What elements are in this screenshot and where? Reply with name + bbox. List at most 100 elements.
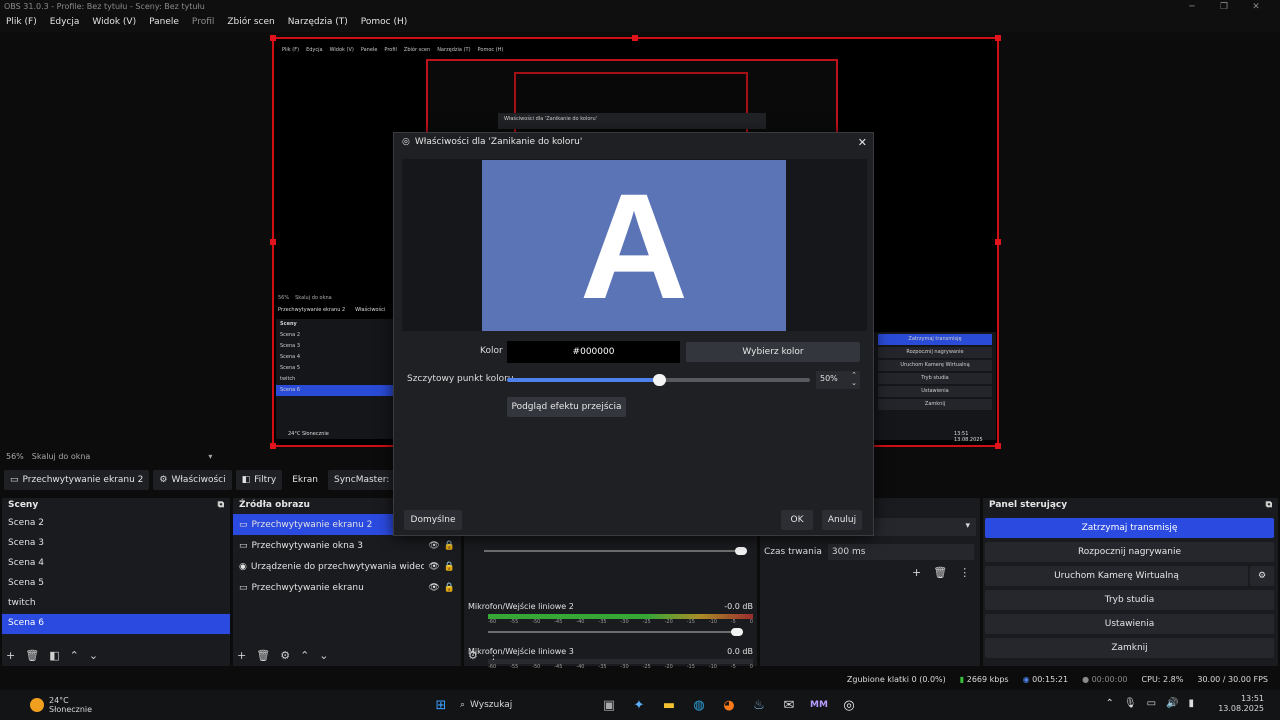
mm-app-icon[interactable]: MM — [808, 694, 830, 716]
menu-dots-icon[interactable]: ⋮ — [488, 649, 499, 662]
ok-button[interactable]: OK — [781, 510, 813, 530]
task-view-icon[interactable]: ▣ — [598, 694, 620, 716]
filter-icon[interactable]: ◧ — [49, 649, 59, 662]
taskbar-clock[interactable]: 13:51 13.08.2025 — [1218, 694, 1264, 714]
defaults-button[interactable]: Domyślne — [404, 510, 462, 530]
preview-transition-button[interactable]: Podgląd efektu przejścia — [507, 397, 626, 417]
volume-slider[interactable] — [488, 627, 753, 637]
windows-start-icon[interactable]: ⊞ — [430, 694, 452, 716]
plus-icon[interactable]: + — [6, 649, 15, 662]
minimize-icon[interactable]: ─ — [1176, 0, 1208, 15]
studio-mode-button[interactable]: Tryb studia — [985, 590, 1274, 610]
eye-icon[interactable]: 👁 — [428, 541, 439, 551]
mixer-channel: Mikrofon/Wejście liniowe 3 0.0 dB -60 -55… — [468, 647, 753, 670]
menu-view[interactable]: Widok (V) — [92, 17, 136, 30]
properties-button[interactable]: ⚙ Właściwości — [153, 470, 232, 490]
start-recording-button[interactable]: Rozpocznij nagrywanie — [985, 542, 1274, 562]
arrow-down-icon[interactable]: ⌄ — [319, 649, 328, 662]
resize-handle[interactable] — [270, 35, 276, 41]
nested-clock: 13:51 13.08.2025 — [954, 431, 983, 443]
peak-slider[interactable] — [507, 374, 810, 386]
microphone-icon[interactable]: 🎙 — [1124, 698, 1137, 709]
firefox-icon[interactable]: ◕ — [718, 694, 740, 716]
close-icon[interactable]: ✕ — [858, 136, 867, 149]
scene-item[interactable]: twitch — [2, 594, 230, 614]
plus-icon[interactable]: + — [912, 566, 921, 579]
lock-icon[interactable]: 🔒 — [444, 583, 455, 593]
source-item[interactable]: ◉ Urządzenie do przechwytywania wideo 👁 … — [233, 556, 461, 577]
resize-handle[interactable] — [995, 35, 1001, 41]
undock-icon[interactable]: ⧉ — [1266, 500, 1272, 512]
exit-button[interactable]: Zamknij — [985, 638, 1274, 658]
undock-icon[interactable]: ⧉ — [218, 500, 224, 512]
trash-icon[interactable]: 🗑 — [25, 649, 39, 662]
menu-profile[interactable]: Profil — [192, 17, 214, 30]
tray-chevron-icon[interactable]: ⌃ — [1105, 698, 1113, 709]
filters-button[interactable]: ◧ Filtry — [235, 470, 283, 490]
scene-item-selected[interactable]: Scena 6 — [2, 614, 230, 634]
sources-footer: + 🗑 ⚙ ⌃ ⌄ — [237, 649, 329, 662]
resize-handle[interactable] — [995, 443, 1001, 449]
duration-input[interactable]: 300 ms — [827, 544, 974, 560]
arrow-up-icon[interactable]: ⌃ — [70, 649, 79, 662]
arrow-down-icon[interactable]: ⌄ — [89, 649, 98, 662]
broadcast-icon: ◉ — [1022, 674, 1030, 684]
source-item[interactable]: ▭ Przechwytywanie okna 3 👁 🔒 — [233, 535, 461, 556]
weather-temp: 24°C — [49, 696, 69, 705]
eye-icon[interactable]: 👁 — [428, 562, 439, 572]
file-explorer-icon[interactable]: ▬ — [658, 694, 680, 716]
color-swatch[interactable]: #000000 — [507, 341, 680, 363]
menu-docks[interactable]: Panele — [149, 17, 179, 30]
steam-icon[interactable]: ♨ — [748, 694, 770, 716]
menu-dots-icon[interactable]: ⋮ — [959, 566, 970, 579]
stop-streaming-button[interactable]: Zatrzymaj transmisję — [985, 518, 1274, 538]
weather-widget[interactable]: 24°C Słonecznie — [30, 696, 92, 714]
menu-edit[interactable]: Edycja — [50, 17, 80, 30]
peak-spinbox[interactable]: 50% ⌃ ⌄ — [816, 371, 860, 389]
virtual-camera-button[interactable]: Uruchom Kamerę Wirtualną — [985, 566, 1248, 586]
lock-icon[interactable]: 🔒 — [444, 562, 455, 572]
menu-tools[interactable]: Narzędzia (T) — [288, 17, 348, 30]
eye-icon[interactable]: 👁 — [428, 583, 439, 593]
obs-icon[interactable]: ◎ — [838, 694, 860, 716]
close-icon[interactable]: ✕ — [1240, 0, 1272, 15]
menu-help[interactable]: Pomoc (H) — [361, 17, 408, 30]
network-icon[interactable]: ▭ — [1147, 698, 1156, 709]
taskbar-search[interactable]: ⌕ Wyszukaj — [460, 700, 590, 710]
resize-handle[interactable] — [270, 443, 276, 449]
volume-icon[interactable]: 🔊 — [1166, 698, 1178, 709]
scene-item[interactable]: Scena 4 — [2, 554, 230, 574]
resize-handle[interactable] — [995, 239, 1001, 245]
zoom-mode[interactable]: Skaluj do okna — [32, 452, 91, 461]
pick-color-button[interactable]: Wybierz kolor — [686, 342, 860, 362]
lock-icon[interactable]: 🔒 — [444, 541, 455, 551]
selected-source[interactable]: ▭ Przechwytywanie ekranu 2 — [4, 470, 150, 490]
edge-icon[interactable]: ◍ — [688, 694, 710, 716]
settings-icon[interactable]: ⚙ — [468, 649, 478, 662]
gear-icon[interactable]: ⚙ — [1250, 566, 1274, 586]
chevron-down-icon[interactable]: ▾ — [208, 452, 212, 461]
resize-handle[interactable] — [270, 239, 276, 245]
volume-slider[interactable] — [484, 546, 757, 556]
window-titlebar: OBS 31.0.3 - Profile: Bez tytułu - Sceny… — [0, 0, 1280, 15]
scene-item[interactable]: Scena 3 — [2, 534, 230, 554]
mail-icon[interactable]: ✉ — [778, 694, 800, 716]
arrow-up-icon[interactable]: ⌃ — [300, 649, 309, 662]
plus-icon[interactable]: + — [237, 649, 246, 662]
spin-arrows-icon[interactable]: ⌃ ⌄ — [851, 371, 857, 387]
cancel-button[interactable]: Anuluj — [822, 510, 862, 530]
scene-item[interactable]: Scena 2 — [2, 514, 230, 534]
settings-button[interactable]: Ustawienia — [985, 614, 1274, 634]
copilot-icon[interactable]: ✦ — [628, 694, 650, 716]
trash-icon[interactable]: 🗑 — [933, 566, 947, 579]
scene-item[interactable]: Scena 5 — [2, 574, 230, 594]
source-item[interactable]: ▭ Przechwytywanie ekranu 👁 🔒 — [233, 577, 461, 598]
gear-icon[interactable]: ⚙ — [280, 649, 290, 662]
menu-file[interactable]: Plik (F) — [6, 17, 37, 30]
resize-handle[interactable] — [632, 35, 638, 41]
battery-icon[interactable]: ▮ — [1188, 698, 1194, 709]
peak-slider-handle[interactable] — [652, 374, 666, 386]
menu-scene-collection[interactable]: Zbiór scen — [227, 17, 274, 30]
trash-icon[interactable]: 🗑 — [256, 649, 270, 662]
maximize-icon[interactable]: ❐ — [1208, 0, 1240, 15]
